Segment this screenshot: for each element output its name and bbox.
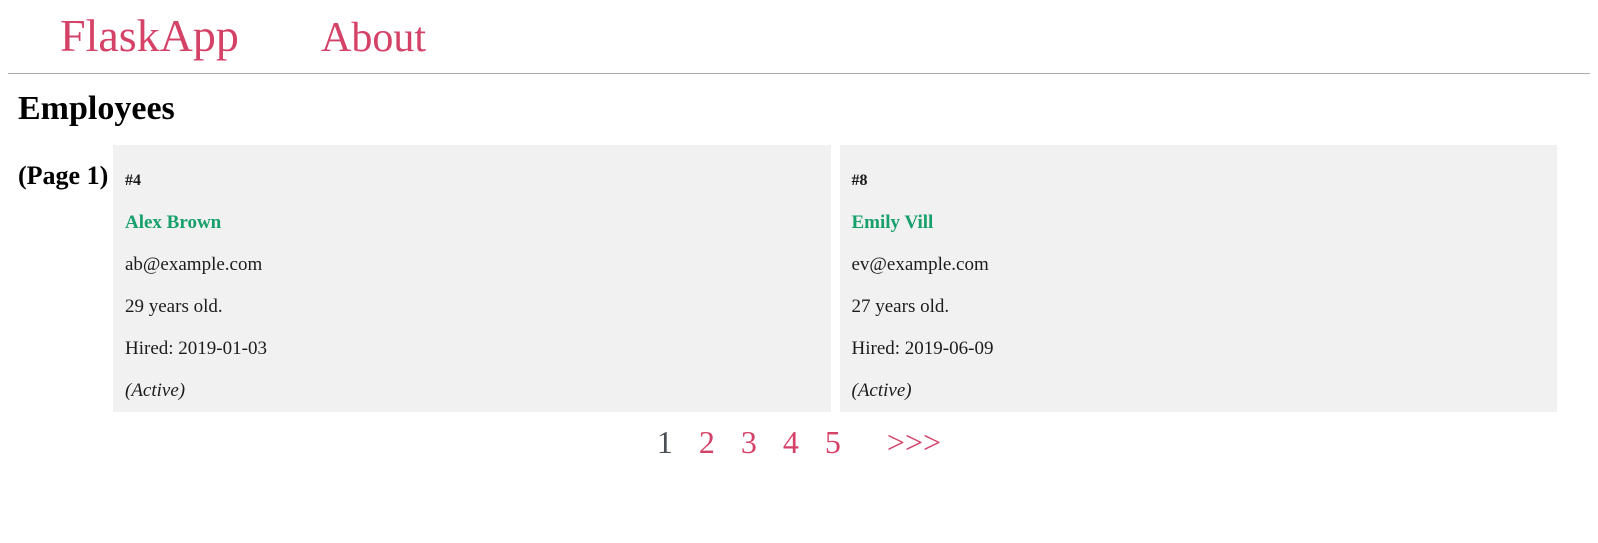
pagination-page-2[interactable]: 2 (686, 420, 728, 464)
employee-hired-date: Hired: 2019-06-09 (851, 338, 994, 359)
pagination-next-button[interactable]: >>> (874, 420, 954, 464)
employee-age: 27 years old. (851, 296, 950, 317)
employee-hired-date: Hired: 2019-01-03 (125, 338, 267, 359)
employee-status: (Active) (851, 380, 912, 401)
employee-id: #8 (851, 172, 868, 189)
employee-status: (Active) (125, 380, 186, 401)
employee-name: Emily Vill (851, 212, 934, 233)
navbar-divider (8, 73, 1590, 74)
pagination-page-5[interactable]: 5 (812, 420, 854, 464)
navbar-link-about[interactable]: About (321, 12, 426, 64)
pagination-page-4[interactable]: 4 (770, 420, 812, 464)
pagination-page-1: 1 (656, 424, 673, 460)
employee-name: Alex Brown (125, 212, 222, 233)
navbar: FlaskApp About (0, 0, 1598, 73)
pagination: 1 2 3 4 5 >>> (0, 420, 1598, 464)
employee-card: #4 Alex Brown ab@example.com 29 years ol… (113, 145, 831, 412)
page-title: Employees (18, 90, 175, 127)
employee-email: ev@example.com (851, 254, 989, 275)
employee-card-grid: #4 Alex Brown ab@example.com 29 years ol… (113, 145, 1557, 412)
page-indicator: (Page 1) (18, 161, 109, 190)
employee-email: ab@example.com (125, 254, 263, 275)
employee-age: 29 years old. (125, 296, 223, 317)
pagination-page-3[interactable]: 3 (728, 420, 770, 464)
navbar-brand-flaskapp[interactable]: FlaskApp (60, 8, 239, 64)
employee-id: #4 (125, 172, 141, 189)
employee-card: #8 Emily Vill ev@example.com 27 years ol… (839, 145, 1557, 412)
